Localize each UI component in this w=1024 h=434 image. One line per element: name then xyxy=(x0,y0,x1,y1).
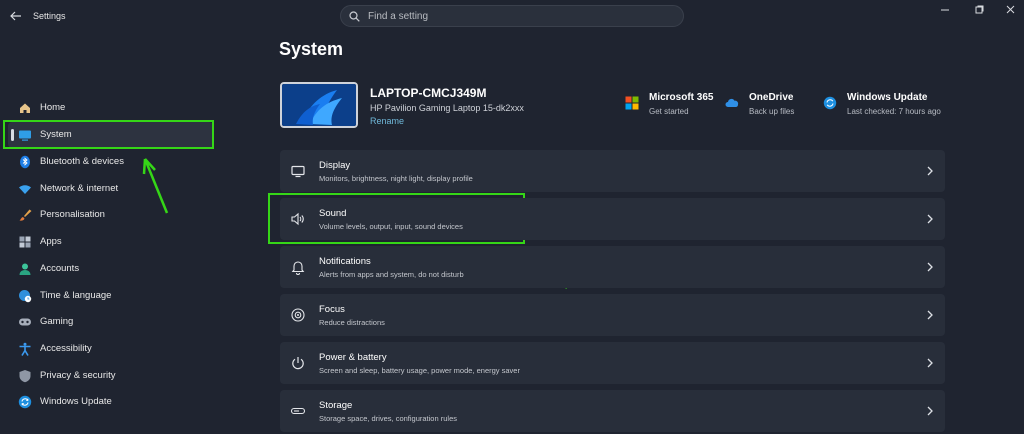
sidebar-item-accessibility[interactable]: Accessibility xyxy=(8,336,213,362)
accessibility-icon xyxy=(19,342,31,356)
settings-card-power-battery[interactable]: Power & battery Screen and sleep, batter… xyxy=(280,342,945,384)
card-subtitle: Monitors, brightness, night light, displ… xyxy=(319,174,473,183)
onedrive-icon xyxy=(725,98,739,107)
search-icon xyxy=(349,11,360,22)
card-subtitle: Storage space, drives, configuration rul… xyxy=(319,414,457,423)
sidebar-item-time-language[interactable]: Time & language xyxy=(8,283,213,309)
back-arrow-icon[interactable] xyxy=(9,9,23,23)
sidebar-item-label: Network & internet xyxy=(40,183,119,194)
sidebar-item-label: Apps xyxy=(40,236,62,247)
home-icon xyxy=(20,103,30,113)
card-title: Focus xyxy=(319,304,345,315)
sidebar-item-label: Privacy & security xyxy=(40,370,116,381)
sidebar-item-bluetooth[interactable]: Bluetooth & devices xyxy=(8,149,213,175)
card-subtitle: Alerts from apps and system, do not dist… xyxy=(319,270,464,279)
card-subtitle: Screen and sleep, battery usage, power m… xyxy=(319,366,520,375)
settings-card-sound[interactable]: Sound Volume levels, output, input, soun… xyxy=(280,198,945,240)
sidebar-item-home[interactable]: Home xyxy=(8,95,213,121)
tile-title: Windows Update xyxy=(847,92,928,103)
rename-link[interactable]: Rename xyxy=(370,116,404,126)
monitor-icon xyxy=(291,165,305,178)
chevron-right-icon xyxy=(927,166,933,176)
focus-icon xyxy=(291,308,305,322)
sidebar-item-label: Personalisation xyxy=(40,209,105,220)
chevron-right-icon xyxy=(927,310,933,320)
title-bar: Settings Find a setting xyxy=(0,0,1024,32)
windows-update-icon xyxy=(18,395,32,409)
search-placeholder: Find a setting xyxy=(368,11,429,22)
card-title: Display xyxy=(319,160,351,171)
microsoft-365-icon xyxy=(625,96,639,110)
wallpaper-image xyxy=(282,84,356,126)
tile-title: OneDrive xyxy=(749,92,794,103)
sidebar-item-label: Home xyxy=(40,102,66,113)
app-title: Settings xyxy=(33,11,66,21)
restore-icon[interactable] xyxy=(972,5,986,15)
card-title: Storage xyxy=(319,400,353,411)
windows-update-icon xyxy=(823,96,837,110)
settings-card-notifications[interactable]: Notifications Alerts from apps and syste… xyxy=(280,246,945,288)
tile-title: Microsoft 365 xyxy=(649,92,714,103)
sidebar-item-label: Bluetooth & devices xyxy=(40,156,124,167)
card-title: Sound xyxy=(319,208,347,219)
settings-card-storage[interactable]: Storage Storage space, drives, configura… xyxy=(280,390,945,432)
storage-icon xyxy=(290,407,306,415)
shield-icon xyxy=(19,370,31,383)
card-subtitle: Reduce distractions xyxy=(319,318,385,327)
tile-subtitle: Last checked: 7 hours ago xyxy=(847,107,941,116)
speaker-icon xyxy=(291,212,304,226)
minimize-icon[interactable] xyxy=(938,5,952,15)
search-box[interactable]: Find a setting xyxy=(340,5,684,27)
page-title: System xyxy=(279,39,344,59)
account-icon xyxy=(19,263,31,275)
gamepad-icon xyxy=(19,318,31,326)
chevron-right-icon xyxy=(927,262,933,272)
card-subtitle: Volume levels, output, input, sound devi… xyxy=(319,222,463,231)
settings-card-display[interactable]: Display Monitors, brightness, night ligh… xyxy=(280,150,945,192)
apps-icon xyxy=(19,236,31,248)
card-title: Power & battery xyxy=(319,352,387,363)
brush-icon xyxy=(19,209,32,221)
chevron-right-icon xyxy=(927,214,933,224)
card-title: Notifications xyxy=(319,256,371,267)
sidebar-item-apps[interactable]: Apps xyxy=(8,229,213,255)
sidebar-item-gaming[interactable]: Gaming xyxy=(8,309,213,335)
globe-clock-icon xyxy=(19,290,32,303)
bell-icon xyxy=(291,261,305,275)
close-icon[interactable] xyxy=(1004,5,1018,15)
sidebar-item-label: Accounts xyxy=(40,263,80,274)
wifi-icon xyxy=(19,185,31,194)
device-thumbnail xyxy=(280,82,358,128)
sidebar-item-label: Accessibility xyxy=(40,343,92,354)
sidebar-item-label: Gaming xyxy=(40,316,74,327)
bluetooth-icon xyxy=(20,155,30,169)
sidebar-item-privacy[interactable]: Privacy & security xyxy=(8,363,213,389)
power-icon xyxy=(292,357,304,370)
sidebar-item-personalisation[interactable]: Personalisation xyxy=(8,202,213,228)
chevron-right-icon xyxy=(927,406,933,416)
sidebar-item-windows-update[interactable]: Windows Update xyxy=(8,389,213,415)
tile-subtitle: Get started xyxy=(649,107,689,116)
device-name: LAPTOP-CMCJ349M xyxy=(370,86,487,100)
sidebar-item-label: Time & language xyxy=(40,290,112,301)
tile-subtitle: Back up files xyxy=(749,107,795,116)
sidebar-item-network[interactable]: Network & internet xyxy=(8,176,213,202)
device-model: HP Pavilion Gaming Laptop 15-dk2xxx xyxy=(370,103,524,113)
sidebar-item-accounts[interactable]: Accounts xyxy=(8,256,213,282)
sidebar-item-label: Windows Update xyxy=(40,396,112,407)
settings-card-focus[interactable]: Focus Reduce distractions xyxy=(280,294,945,336)
chevron-right-icon xyxy=(927,358,933,368)
highlight-box-system xyxy=(3,120,214,149)
